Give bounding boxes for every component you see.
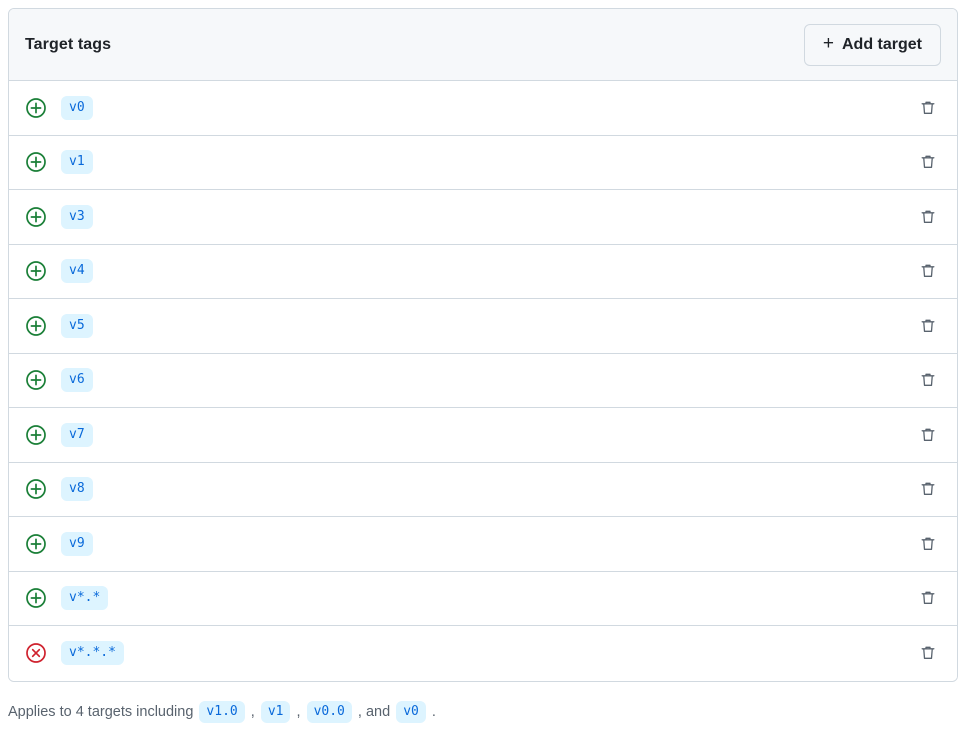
tag-chip: v9 [61, 531, 93, 556]
trash-icon [921, 646, 935, 660]
summary-chip-2: v0.0 [306, 701, 352, 723]
add-target-button[interactable]: + Add target [803, 23, 941, 66]
circled-plus-icon[interactable] [25, 206, 47, 228]
delete-target-button[interactable] [915, 204, 941, 230]
tag-chip: v3 [61, 204, 93, 229]
summary-chip-3: v0 [396, 701, 426, 723]
circled-plus-icon[interactable] [25, 424, 47, 446]
card-header: Target tags + Add target [9, 9, 957, 81]
applies-to-summary: Applies to 4 targets including v1.0 , v1… [8, 701, 436, 723]
table-row: v1 [9, 135, 957, 190]
summary-chip-1: v1 [260, 701, 291, 723]
table-row: v6 [9, 353, 957, 408]
delete-target-button[interactable] [915, 313, 941, 339]
trash-icon [921, 373, 935, 387]
tag-chip: v*.*.* [61, 641, 124, 666]
trash-icon [921, 591, 935, 605]
target-rows-list: v0 v1 v3 v4 v5 v6 v7 v8 v9 v*.* v*.*.* [9, 81, 957, 681]
table-row: v*.*.* [9, 626, 957, 681]
circled-plus-icon[interactable] [25, 97, 47, 119]
page-title: Target tags [25, 35, 112, 53]
summary-chip-0: v1.0 [199, 701, 245, 723]
summary-prefix: Applies to 4 targets including [8, 704, 198, 720]
trash-icon [921, 428, 935, 441]
tag-chip: v4 [61, 259, 93, 284]
tag-chip: v5 [61, 313, 93, 338]
table-row: v5 [9, 299, 957, 354]
circled-x-icon[interactable] [25, 642, 47, 664]
delete-target-button[interactable] [915, 95, 941, 121]
circled-plus-icon[interactable] [25, 260, 47, 282]
table-row: v4 [9, 244, 957, 299]
trash-icon [921, 319, 935, 332]
trash-icon [921, 155, 935, 169]
summary-separator-2: , and [353, 704, 395, 720]
delete-target-button[interactable] [915, 258, 941, 284]
table-row: v9 [9, 517, 957, 572]
delete-target-button[interactable] [915, 367, 941, 393]
tag-chip: v1 [61, 150, 93, 175]
delete-target-button[interactable] [915, 476, 941, 502]
table-row: v7 [9, 408, 957, 463]
tag-chip: v*.* [61, 586, 109, 611]
tag-chip: v0 [61, 95, 93, 120]
circled-plus-icon[interactable] [25, 478, 47, 500]
circled-plus-icon[interactable] [25, 533, 47, 555]
trash-icon [921, 264, 935, 278]
delete-target-button[interactable] [915, 422, 941, 448]
trash-icon [921, 210, 935, 223]
table-row: v3 [9, 190, 957, 245]
table-row: v8 [9, 462, 957, 517]
trash-icon [921, 537, 935, 550]
summary-suffix: . [427, 704, 436, 720]
trash-icon [921, 101, 935, 114]
plus-icon: + [822, 33, 834, 54]
tag-chip: v6 [61, 368, 93, 393]
summary-separator-1: , [292, 704, 305, 720]
summary-separator-0: , [246, 704, 259, 720]
circled-plus-icon[interactable] [25, 151, 47, 173]
delete-target-button[interactable] [915, 585, 941, 611]
trash-icon [921, 482, 935, 496]
delete-target-button[interactable] [915, 640, 941, 666]
add-target-button-label: Add target [842, 35, 922, 53]
table-row: v*.* [9, 571, 957, 626]
circled-plus-icon[interactable] [25, 369, 47, 391]
circled-plus-icon[interactable] [25, 315, 47, 337]
tag-chip: v8 [61, 477, 93, 502]
circled-plus-icon[interactable] [25, 587, 47, 609]
delete-target-button[interactable] [915, 531, 941, 557]
delete-target-button[interactable] [915, 149, 941, 175]
tag-chip: v7 [61, 422, 93, 447]
target-tags-page: Target tags + Add target v0 v1 v3 v4 v5 v6 v7 v… [0, 0, 966, 733]
table-row: v0 [9, 81, 957, 136]
target-tags-card: Target tags + Add target v0 v1 v3 v4 v5 v6 v7 v… [8, 8, 958, 682]
